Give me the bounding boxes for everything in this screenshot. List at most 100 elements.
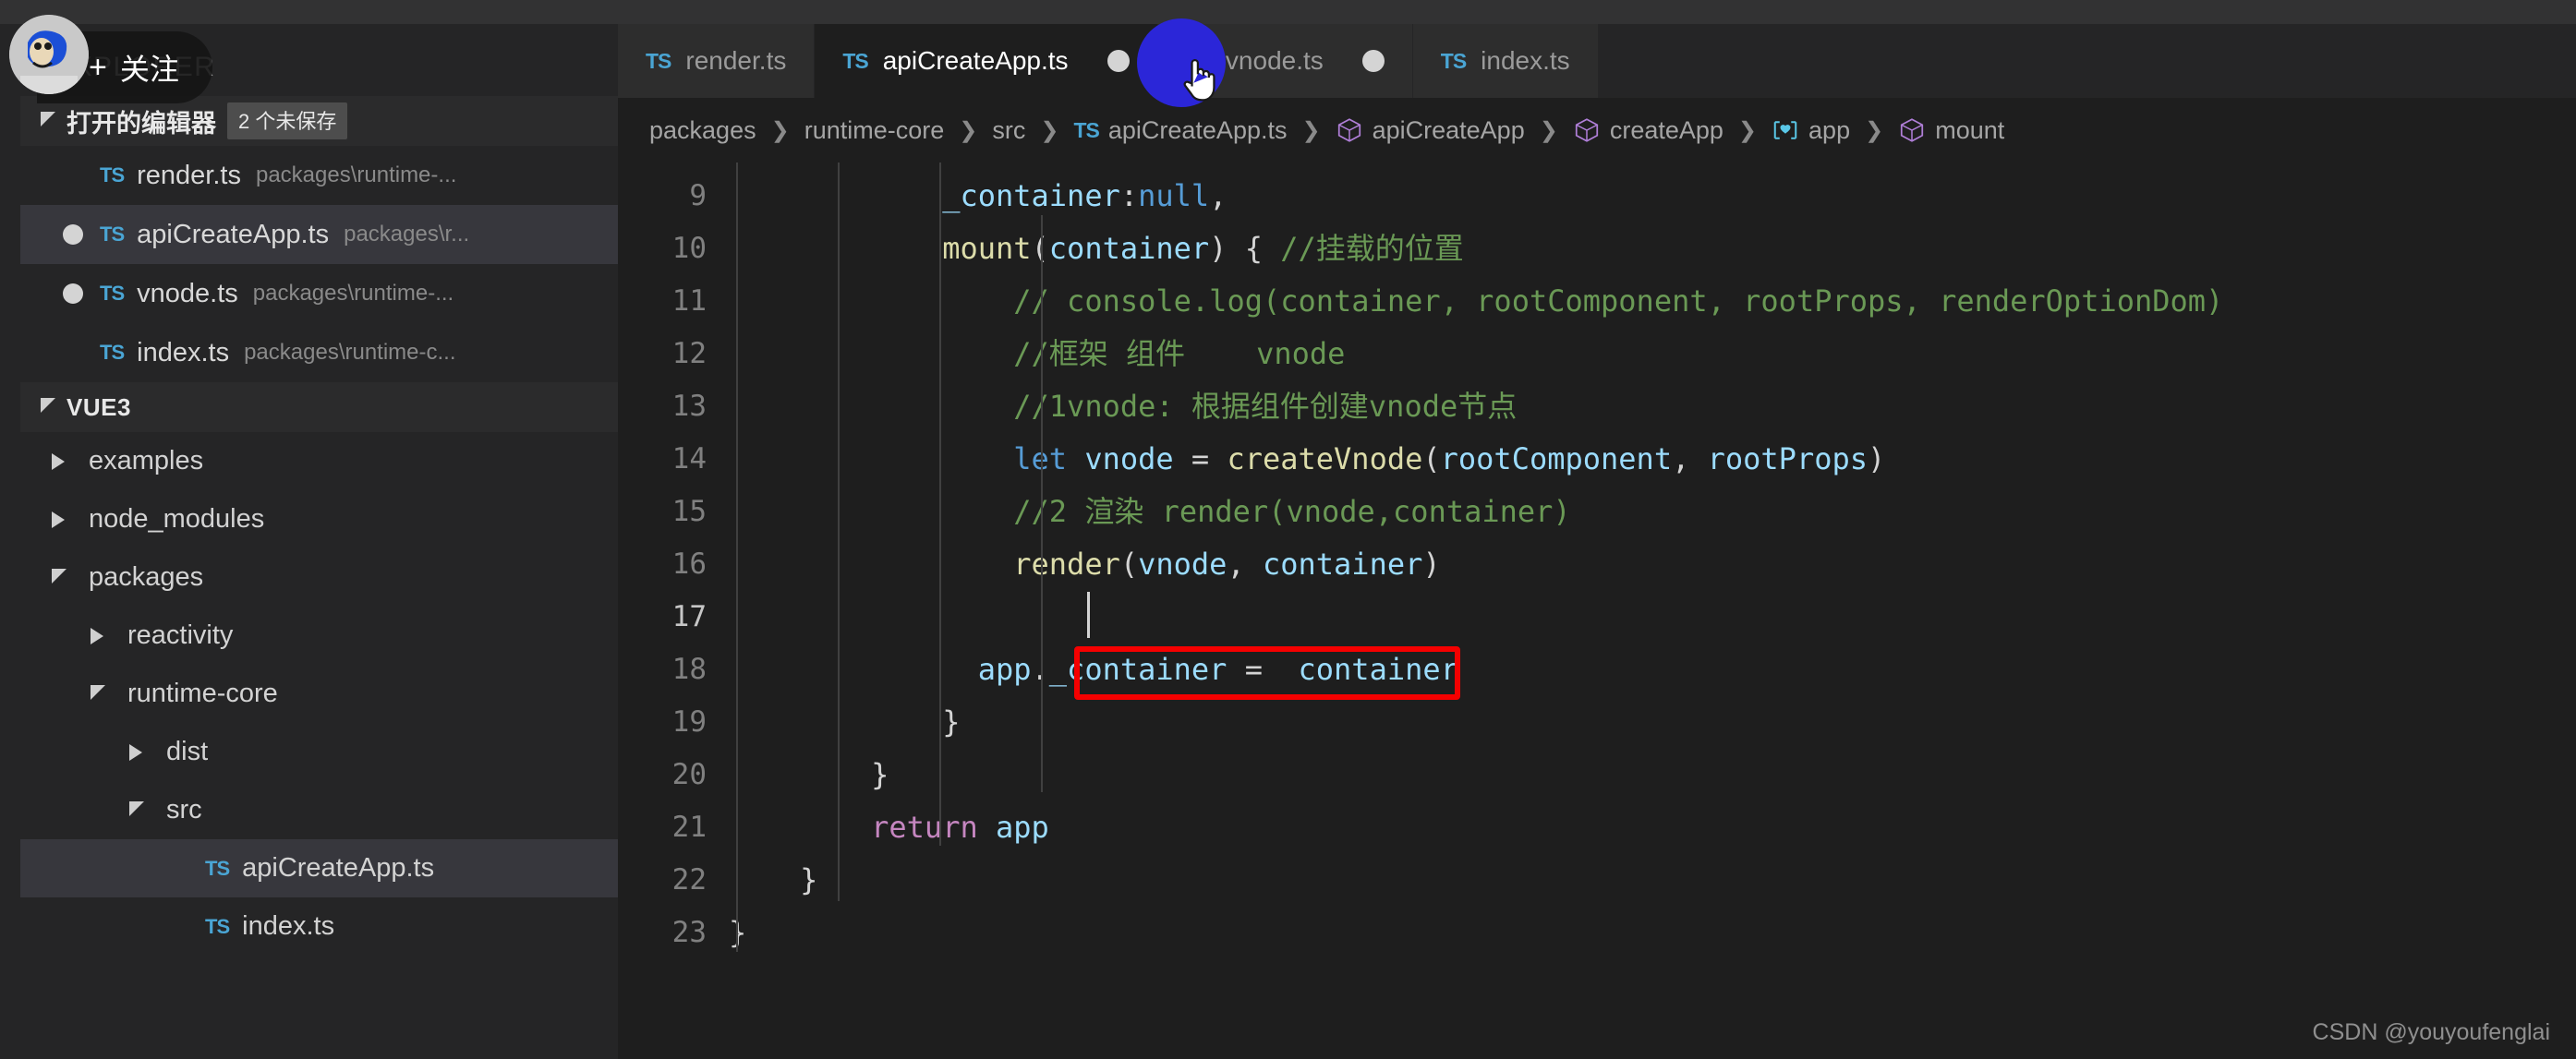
ts-file-icon: TS	[100, 223, 125, 246]
tab-apiCreateApp-ts[interactable]: TS apiCreateApp.ts	[815, 24, 1158, 98]
ts-file-icon: TS	[100, 282, 125, 305]
line-number: 10	[671, 232, 707, 265]
hand-cursor-icon	[1183, 59, 1215, 102]
tree-item-examples[interactable]: examples	[20, 432, 618, 490]
tree-item-index-ts[interactable]: TS index.ts	[20, 897, 618, 956]
chevron-right-icon[interactable]	[52, 511, 65, 528]
breadcrumb-item-app[interactable]: app	[1772, 116, 1850, 145]
code-token: _container	[942, 178, 1120, 213]
workspace-root-header[interactable]: VUE3	[20, 382, 618, 432]
chevron-down-icon[interactable]	[41, 112, 55, 126]
code-token: container	[1048, 231, 1210, 266]
open-editor-item[interactable]: TS index.ts packages\runtime-c...	[20, 323, 618, 382]
code-line[interactable]: let vnode = createVnode(rootComponent, r…	[729, 433, 2576, 486]
open-editor-item[interactable]: TS vnode.ts packages\runtime-...	[20, 264, 618, 323]
open-editors-header[interactable]: 打开的编辑器 2 个未保存	[20, 96, 618, 146]
open-editor-item[interactable]: TS render.ts packages\runtime-...	[20, 146, 618, 205]
open-editor-path: packages\r...	[344, 222, 470, 247]
tree-item-label: apiCreateApp.ts	[242, 853, 435, 883]
breadcrumb-separator-icon: ❯	[1539, 117, 1558, 143]
open-editor-name: index.ts	[137, 337, 230, 367]
code-editor[interactable]: 9 10 11 12 13 14 15 16 17 18 19 20 21 22 23 _container…	[618, 162, 2576, 1059]
code-line[interactable]: _container:null,	[729, 170, 2576, 223]
indent-guide	[1041, 215, 1043, 792]
chevron-right-icon[interactable]	[129, 743, 142, 761]
breadcrumb-label: packages	[649, 115, 756, 144]
chevron-down-icon[interactable]	[91, 684, 105, 700]
chevron-right-icon[interactable]	[91, 627, 103, 644]
breadcrumb-item-runtime-core[interactable]: runtime-core	[804, 116, 945, 145]
code-line[interactable]: app._container = container	[729, 644, 2576, 696]
code-line[interactable]: //1vnode: 根据组件创建vnode节点	[729, 380, 2576, 433]
tree-item-packages[interactable]: packages	[20, 548, 618, 607]
code-token: // console.log(container, rootComponent,…	[1013, 283, 2224, 319]
tab-index-ts[interactable]: TS index.ts	[1412, 24, 1599, 98]
indent-guide	[736, 162, 738, 952]
code-line[interactable]: }	[729, 696, 2576, 749]
chevron-down-icon[interactable]	[52, 568, 67, 584]
activity-bar[interactable]	[0, 24, 20, 1059]
breadcrumb-item-mount[interactable]: mount	[1898, 116, 2004, 145]
module-cube-icon	[1898, 116, 1926, 144]
breadcrumb-item-createApp[interactable]: createApp	[1573, 116, 1723, 145]
code-line[interactable]: }	[729, 907, 2576, 959]
code-token: ) {	[1209, 231, 1281, 266]
tree-item-node-modules[interactable]: node_modules	[20, 490, 618, 548]
chevron-down-icon[interactable]	[129, 800, 144, 816]
code-token: _container	[1048, 652, 1228, 687]
tree-item-src[interactable]: src	[20, 781, 618, 839]
line-number: 17	[671, 600, 707, 633]
tree-item-apicreateapp-ts[interactable]: TS apiCreateApp.ts	[20, 839, 618, 897]
avatar[interactable]	[9, 15, 89, 94]
tree-item-dist[interactable]: dist	[20, 723, 618, 781]
code-token: vnode	[1138, 547, 1228, 582]
unsaved-dot-icon[interactable]	[1107, 50, 1130, 72]
code-content[interactable]: _container:null, mount(container) { //挂载…	[729, 162, 2576, 1059]
code-line[interactable]: }	[729, 749, 2576, 801]
open-editors-list: TS render.ts packages\runtime-... TS apiCrea…	[20, 146, 618, 382]
breadcrumb-item-src[interactable]: src	[992, 116, 1025, 145]
code-token: //1vnode: 根据组件创建vnode节点	[1013, 389, 1518, 424]
open-editor-name: render.ts	[137, 160, 241, 190]
code-line[interactable]: }	[729, 854, 2576, 907]
explorer-sidebar: EXPLORER 打开的编辑器 2 个未保存 TSrender.tspackag…	[9, 15, 618, 1059]
code-line[interactable]: render(vnode, container)	[729, 538, 2576, 591]
plus-icon: +	[89, 50, 107, 85]
breadcrumb-label: src	[992, 115, 1026, 144]
ts-file-icon: TS	[842, 48, 868, 73]
code-line[interactable]: //2 渲染 render(vnode,container)	[729, 486, 2576, 538]
ts-file-icon: TS	[205, 856, 230, 880]
breadcrumb-item-apiCreateApp-ts[interactable]: TS apiCreateApp.ts	[1073, 116, 1287, 145]
line-number: 16	[671, 548, 707, 581]
code-token: =	[1227, 652, 1299, 687]
tree-item-label: examples	[89, 446, 204, 475]
tab-render-ts[interactable]: TS render.ts	[618, 24, 816, 98]
code-line[interactable]: //框架 组件 vnode	[729, 328, 2576, 380]
tree-item-label: node_modules	[89, 504, 265, 534]
tree-item-runtime-core[interactable]: runtime-core	[20, 665, 618, 723]
code-line[interactable]	[729, 591, 2576, 644]
file-tree: examples node_modules packages reactivity ru…	[20, 432, 618, 956]
code-line[interactable]: mount(container) { //挂载的位置	[729, 223, 2576, 275]
chevron-right-icon[interactable]	[52, 452, 65, 470]
code-line[interactable]: return app	[729, 801, 2576, 854]
tree-item-reactivity[interactable]: reactivity	[20, 607, 618, 665]
breadcrumb-item-packages[interactable]: packages	[649, 116, 756, 145]
code-token: vnode	[1084, 441, 1174, 476]
open-editor-item[interactable]: TS apiCreateApp.ts packages\r...	[20, 205, 618, 264]
unsaved-dot-icon[interactable]	[1361, 50, 1385, 72]
chevron-down-icon[interactable]	[41, 398, 55, 413]
module-cube-icon	[1573, 116, 1601, 144]
text-caret	[1087, 592, 1090, 638]
breadcrumb-item-apiCreateApp[interactable]: apiCreateApp	[1336, 116, 1525, 145]
code-token: ,	[1227, 547, 1263, 582]
code-line[interactable]: // console.log(container, rootComponent,…	[729, 275, 2576, 328]
